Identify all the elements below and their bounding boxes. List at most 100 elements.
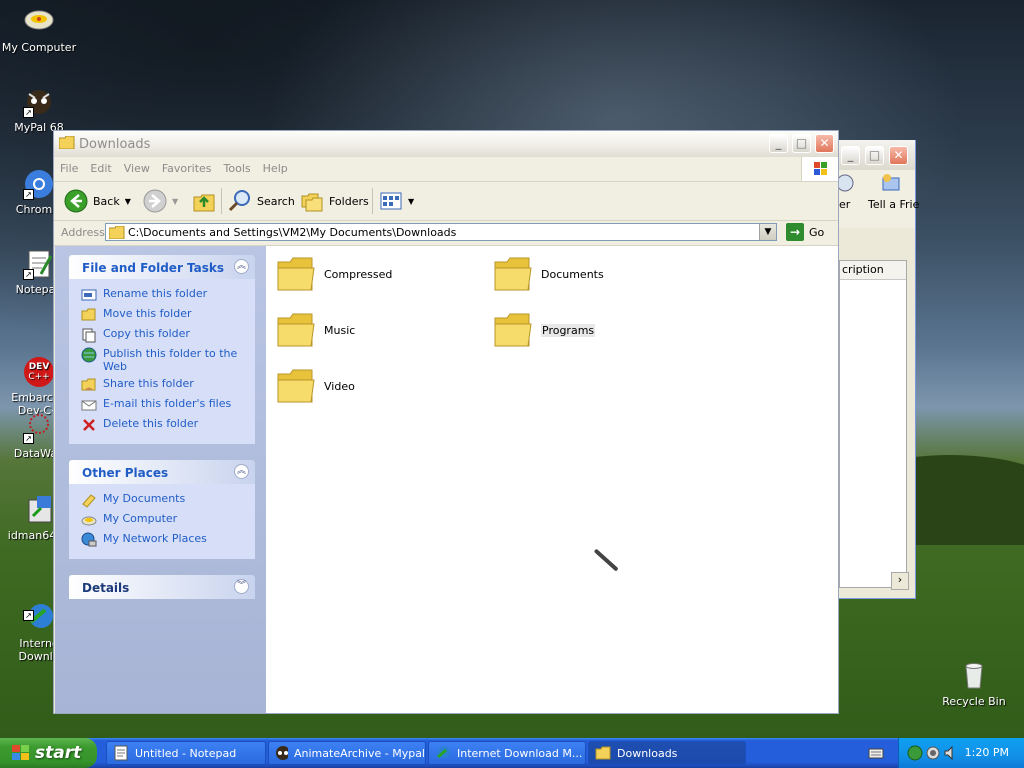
menu-tools[interactable]: Tools — [218, 157, 257, 181]
go-arrow-icon: → — [786, 223, 804, 241]
task-share-folder[interactable]: Share this folder — [81, 377, 243, 393]
desktop-icon-my-computer[interactable]: My Computer — [0, 6, 78, 54]
address-bar: Address C:\Documents and Settings\VM2\My… — [54, 221, 838, 246]
place-my-documents[interactable]: My Documents — [81, 492, 243, 508]
chevron-down-icon[interactable]: ▼ — [125, 197, 131, 206]
expand-chevron-icon[interactable]: ︾ — [234, 579, 249, 594]
place-my-computer[interactable]: My Computer — [81, 512, 243, 528]
menu-bar: File Edit View Favorites Tools Help — [54, 157, 838, 182]
network-icon[interactable] — [907, 745, 923, 761]
windows-flag-icon — [12, 745, 29, 760]
file-folder-tasks-panel: File and Folder Tasks ︽ Rename this fold… — [69, 255, 255, 444]
address-path: C:\Documents and Settings\VM2\My Documen… — [128, 226, 457, 239]
menu-edit[interactable]: Edit — [84, 157, 117, 181]
other-places-header[interactable]: Other Places ︽ — [69, 460, 255, 484]
search-label: Search — [257, 194, 295, 208]
views-button[interactable]: ▼ — [379, 187, 414, 215]
collapse-chevron-icon[interactable]: ︽ — [234, 464, 249, 479]
tell-a-friend-icon — [879, 172, 901, 194]
folder-item-documents[interactable]: Documents — [493, 254, 604, 294]
task-move-folder[interactable]: Move this folder — [81, 307, 243, 323]
menu-favorites[interactable]: Favorites — [156, 157, 218, 181]
start-button[interactable]: start — [0, 738, 97, 768]
publish-globe-icon — [81, 347, 97, 363]
chevron-down-icon[interactable]: ▼ — [172, 197, 178, 206]
desktop-icon-recycle-bin[interactable]: Recycle Bin — [935, 660, 1013, 708]
folder-item-compressed[interactable]: Compressed — [276, 254, 392, 294]
background-minimize-button[interactable]: _ — [841, 146, 860, 165]
folder-item-programs[interactable]: Programs — [493, 310, 596, 350]
folder-view[interactable]: Compressed Documents Music Programs Vide… — [266, 246, 838, 713]
task-delete-folder[interactable]: Delete this folder — [81, 417, 243, 433]
address-dropdown-icon[interactable]: ▼ — [759, 224, 776, 240]
go-button[interactable]: → Go — [786, 223, 824, 241]
task-publish-folder[interactable]: Publish this folder to the Web — [81, 347, 243, 373]
recycle-bin-icon — [958, 660, 990, 692]
share-icon — [81, 378, 96, 391]
menu-file[interactable]: File — [54, 157, 84, 181]
address-label: Address — [61, 226, 105, 239]
title-bar[interactable]: Downloads _ □ ✕ — [54, 131, 838, 157]
folder-icon — [109, 226, 125, 239]
desktop-icon-label: Recycle Bin — [942, 695, 1006, 708]
explorer-window[interactable]: Downloads _ □ ✕ File Edit View Favorites Too… — [53, 130, 839, 714]
details-header[interactable]: Details ︾ — [69, 575, 255, 599]
other-places-body: My Documents My Computer My Network Plac… — [69, 484, 255, 559]
folder-item-music[interactable]: Music — [276, 310, 355, 350]
taskbar: start Untitled - Notepad AnimateArchive … — [0, 738, 1024, 768]
folders-button[interactable]: Folders — [300, 187, 369, 215]
folder-icon — [59, 136, 75, 149]
datawag-icon: ↗ — [23, 412, 55, 444]
shortcut-arrow-icon: ↗ — [23, 610, 34, 621]
place-my-network-places[interactable]: My Network Places — [81, 532, 243, 548]
chevron-down-icon[interactable]: ▼ — [408, 197, 414, 206]
security-icon[interactable] — [925, 745, 941, 761]
folder-item-video[interactable]: Video — [276, 366, 355, 406]
collapse-chevron-icon[interactable]: ︽ — [234, 259, 249, 274]
details-panel: Details ︾ — [69, 575, 255, 599]
background-list[interactable]: cription — [839, 260, 907, 588]
devcpp-icon: DEV C++ — [23, 343, 55, 387]
address-input[interactable]: C:\Documents and Settings\VM2\My Documen… — [105, 223, 777, 241]
network-places-icon — [81, 532, 97, 547]
task-idm[interactable]: Internet Download M... — [428, 741, 586, 765]
minimize-button[interactable]: _ — [769, 134, 788, 153]
close-button[interactable]: ✕ — [815, 134, 834, 153]
maximize-button[interactable]: □ — [792, 134, 811, 153]
back-button[interactable]: Back ▼ — [64, 187, 131, 215]
toolbar-separator — [372, 188, 373, 214]
up-folder-button[interactable] — [192, 187, 216, 215]
shortcut-arrow-icon: ↗ — [23, 433, 34, 444]
search-button[interactable]: Search — [228, 187, 295, 215]
other-places-panel: Other Places ︽ My Documents My Computer … — [69, 460, 255, 559]
menu-view[interactable]: View — [118, 157, 156, 181]
background-toolbar-partial-1[interactable]: er — [839, 198, 850, 211]
folder-icon — [277, 369, 315, 403]
volume-icon[interactable] — [943, 745, 959, 761]
menu-help[interactable]: Help — [257, 157, 294, 181]
desktop-icon-label: My Computer — [1, 41, 77, 54]
folder-icon — [595, 746, 611, 760]
my-computer-icon — [23, 6, 55, 38]
column-header[interactable]: cription — [840, 261, 906, 280]
task-mypal[interactable]: AnimateArchive - Mypal — [268, 741, 426, 765]
file-folder-tasks-header[interactable]: File and Folder Tasks ︽ — [69, 255, 255, 279]
clock[interactable]: 1:20 PM — [965, 746, 1009, 759]
task-notepad[interactable]: Untitled - Notepad — [106, 741, 266, 765]
views-icon — [380, 192, 402, 210]
task-rename-folder[interactable]: Rename this folder — [81, 287, 243, 303]
internet-download-manager-icon — [437, 746, 450, 759]
task-email-files[interactable]: E-mail this folder's files — [81, 397, 243, 413]
task-copy-folder[interactable]: Copy this folder — [81, 327, 243, 343]
desktop-icon-mypal[interactable]: ↗ MyPal 68 — [0, 86, 78, 134]
task-downloads[interactable]: Downloads — [588, 741, 746, 765]
tell-a-friend-button[interactable]: Tell a Frie — [868, 198, 919, 211]
file-folder-tasks-body: Rename this folder Move this folder Copy… — [69, 279, 255, 444]
windows-logo-icon — [801, 157, 838, 181]
keyboard-icon[interactable] — [868, 746, 884, 760]
scroll-right-arrow-icon[interactable]: › — [891, 572, 909, 590]
background-close-button[interactable]: ✕ — [889, 146, 908, 165]
background-maximize-button[interactable]: □ — [865, 146, 884, 165]
folder-icon — [277, 313, 315, 347]
forward-button[interactable]: ▼ — [143, 187, 178, 215]
